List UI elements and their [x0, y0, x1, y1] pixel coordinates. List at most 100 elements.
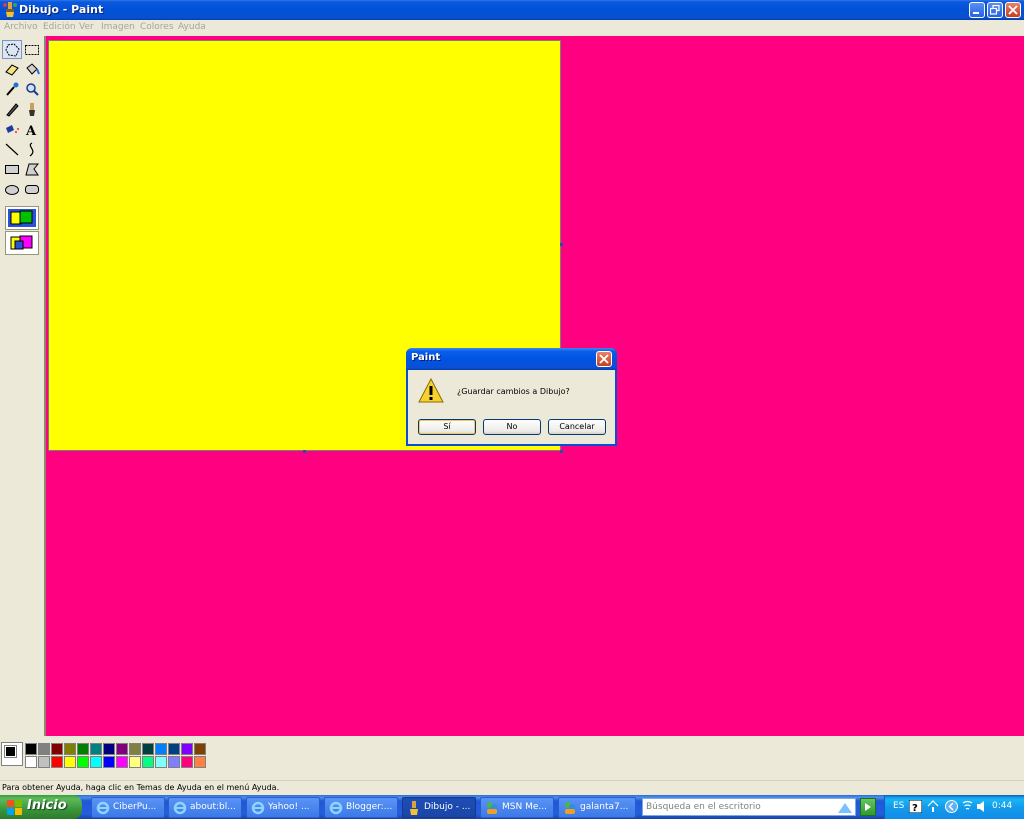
- color-swatch[interactable]: [64, 743, 76, 755]
- color-swatch[interactable]: [25, 743, 37, 755]
- dialog-message: ¿Guardar cambios a Dibujo?: [457, 387, 570, 396]
- warning-icon: [418, 378, 444, 403]
- opaque-option[interactable]: [5, 206, 39, 230]
- color-swatch[interactable]: [103, 756, 115, 768]
- svg-text:A: A: [25, 124, 37, 137]
- brush-tool[interactable]: [22, 100, 42, 119]
- restore-button[interactable]: [987, 2, 1003, 18]
- menu-colores[interactable]: Colores: [140, 22, 174, 32]
- pencil-tool[interactable]: [2, 100, 22, 119]
- menu-imagen[interactable]: Imagen: [101, 22, 135, 32]
- resize-handle-right[interactable]: [560, 243, 563, 246]
- paint-icon: [3, 2, 17, 17]
- taskbar-item-msn[interactable]: MSN Me...: [480, 797, 554, 818]
- color-swatch[interactable]: [194, 743, 206, 755]
- color-swatch[interactable]: [194, 756, 206, 768]
- color-swatch[interactable]: [181, 743, 193, 755]
- current-colors: [1, 742, 23, 766]
- color-swatch[interactable]: [116, 743, 128, 755]
- title-bar[interactable]: Dibujo - Paint: [0, 0, 1024, 20]
- color-swatch[interactable]: [155, 743, 167, 755]
- polygon-icon: [25, 163, 40, 176]
- show-hidden-icons-icon[interactable]: [945, 800, 958, 813]
- resize-handle-bottom[interactable]: [303, 450, 306, 453]
- ellipse-icon: [5, 185, 19, 195]
- ellipse-tool[interactable]: [2, 180, 22, 199]
- color-swatch[interactable]: [51, 743, 63, 755]
- color-swatch[interactable]: [90, 743, 102, 755]
- color-swatch[interactable]: [142, 743, 154, 755]
- volume-icon[interactable]: [976, 800, 989, 813]
- msn-search-icon: [838, 803, 852, 813]
- close-icon: [1008, 5, 1018, 15]
- status-text: Para obtener Ayuda, haga clic en Temas d…: [2, 783, 280, 792]
- color-swatch[interactable]: [38, 743, 50, 755]
- help-icon[interactable]: ?: [909, 800, 922, 813]
- fill-tool[interactable]: [22, 60, 42, 79]
- taskbar-item-dibujo[interactable]: Dibujo - ...: [402, 797, 476, 818]
- color-swatch[interactable]: [64, 756, 76, 768]
- dialog-title-bar[interactable]: Paint: [406, 348, 617, 370]
- start-button[interactable]: Inicio: [0, 795, 82, 819]
- resize-handle-corner[interactable]: [560, 450, 563, 453]
- taskbar-item-blogger[interactable]: Blogger:...: [324, 797, 398, 818]
- color-swatch[interactable]: [77, 743, 89, 755]
- transparent-option[interactable]: [5, 231, 39, 255]
- color-swatch[interactable]: [38, 756, 50, 768]
- arrow-right-icon: [865, 803, 871, 811]
- brush-icon: [29, 103, 35, 116]
- cancel-button[interactable]: Cancelar: [548, 419, 606, 435]
- dialog-close-button[interactable]: [596, 351, 612, 367]
- color-swatch[interactable]: [142, 756, 154, 768]
- rectangle-tool[interactable]: [2, 160, 22, 179]
- color-swatch[interactable]: [129, 743, 141, 755]
- polygon-tool[interactable]: [22, 160, 42, 179]
- color-swatch[interactable]: [25, 756, 37, 768]
- curve-icon: [29, 142, 34, 157]
- minimize-button[interactable]: [969, 2, 985, 18]
- color-swatch[interactable]: [90, 756, 102, 768]
- search-go-button[interactable]: [860, 798, 876, 816]
- color-swatch[interactable]: [116, 756, 128, 768]
- no-button[interactable]: No: [483, 419, 541, 435]
- rect-select-tool[interactable]: [22, 40, 42, 59]
- menu-ayuda[interactable]: Ayuda: [178, 22, 206, 32]
- menu-edicion[interactable]: Edición: [43, 22, 76, 32]
- airbrush-tool[interactable]: [2, 120, 22, 139]
- menu-ver[interactable]: Ver: [79, 22, 94, 32]
- eraser-tool[interactable]: [2, 60, 22, 79]
- wireless-icon[interactable]: [961, 800, 974, 813]
- yes-button[interactable]: Sí: [418, 419, 476, 435]
- color-swatch[interactable]: [181, 756, 193, 768]
- text-tool[interactable]: A: [22, 120, 42, 139]
- magnifier-tool[interactable]: [22, 80, 42, 99]
- network-icon[interactable]: [927, 800, 940, 813]
- free-select-icon: [5, 43, 20, 57]
- color-swatch[interactable]: [129, 756, 141, 768]
- taskbar-item-galanta[interactable]: galanta7...: [558, 797, 636, 818]
- rounded-rectangle-tool[interactable]: [22, 180, 42, 199]
- paint-icon: [410, 801, 418, 815]
- color-swatch[interactable]: [77, 756, 89, 768]
- menu-archivo[interactable]: Archivo: [4, 22, 38, 32]
- free-select-tool[interactable]: [2, 40, 22, 59]
- status-bar: Para obtener Ayuda, haga clic en Temas d…: [0, 780, 1024, 795]
- color-swatch[interactable]: [155, 756, 167, 768]
- color-swatch[interactable]: [168, 743, 180, 755]
- color-swatch[interactable]: [168, 756, 180, 768]
- taskbar-item-about-blank[interactable]: about:bl...: [168, 797, 242, 818]
- eyedropper-tool[interactable]: [2, 80, 22, 99]
- toolbox: A: [0, 36, 44, 736]
- taskbar-item-yahoo[interactable]: Yahoo! ...: [246, 797, 320, 818]
- close-button[interactable]: [1005, 2, 1021, 18]
- taskbar-item-ciberpu[interactable]: CiberPu...: [91, 797, 165, 818]
- color-swatch[interactable]: [103, 743, 115, 755]
- language-indicator[interactable]: ES: [893, 801, 904, 811]
- curve-tool[interactable]: [22, 140, 42, 159]
- task-label: Blogger:...: [346, 802, 393, 812]
- color-swatch[interactable]: [51, 756, 63, 768]
- line-tool[interactable]: [2, 140, 22, 159]
- task-label: Yahoo! ...: [268, 802, 310, 812]
- desktop-search-input[interactable]: Búsqueda en el escritorio: [642, 798, 856, 816]
- msn-icon: [487, 802, 497, 814]
